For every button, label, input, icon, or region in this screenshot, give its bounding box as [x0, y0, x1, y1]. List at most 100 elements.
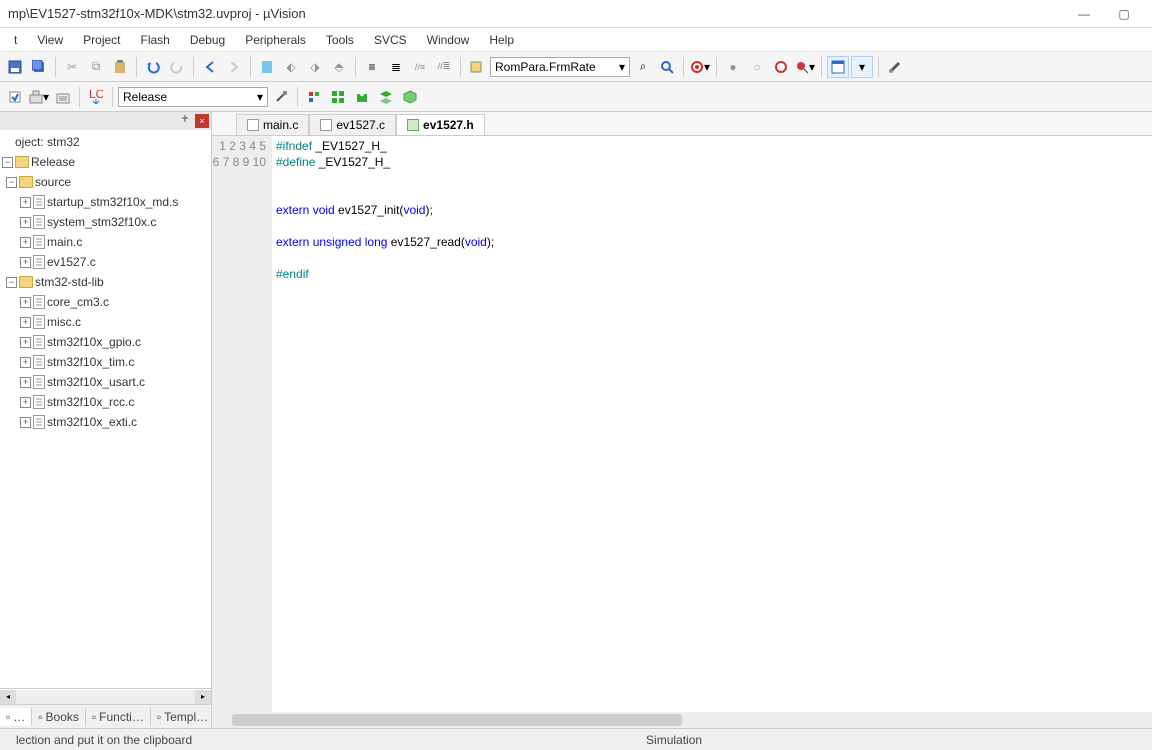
target-combo[interactable]: Release▾	[118, 87, 268, 107]
translate-icon[interactable]	[4, 86, 26, 108]
group-source[interactable]: −source	[0, 172, 211, 192]
undo-icon[interactable]	[142, 56, 164, 78]
project-sidebar: × oject: stm32−Release−source+startup_st…	[0, 112, 212, 728]
file-stm32f10x_tim-c[interactable]: +stm32f10x_tim.c	[0, 352, 211, 372]
file-ev1527-c[interactable]: +ev1527.c	[0, 252, 211, 272]
runtime-env-icon[interactable]	[399, 86, 421, 108]
expander-icon[interactable]: +	[20, 357, 31, 368]
download-icon[interactable]: LOAD	[85, 86, 107, 108]
file-stm32f10x_usart-c[interactable]: +stm32f10x_usart.c	[0, 372, 211, 392]
file-misc-c[interactable]: +misc.c	[0, 312, 211, 332]
expander-icon[interactable]: +	[20, 317, 31, 328]
file-core_cm3-c[interactable]: +core_cm3.c	[0, 292, 211, 312]
expander-icon[interactable]: −	[6, 277, 17, 288]
save-all-icon[interactable]	[28, 56, 50, 78]
expander-icon[interactable]: +	[20, 417, 31, 428]
window-icon[interactable]	[827, 56, 849, 78]
breakpoint-kill-icon[interactable]: ▾	[794, 56, 816, 78]
find-icon[interactable]: ⌕	[632, 56, 654, 78]
menu-t[interactable]: t	[4, 31, 27, 49]
target-node[interactable]: −Release	[0, 152, 211, 172]
breakpoint-disable-icon[interactable]	[770, 56, 792, 78]
sidebar-tab-0[interactable]: ▫…	[0, 708, 32, 726]
group-stm32-std-lib[interactable]: −stm32-std-lib	[0, 272, 211, 292]
editor-hscroll[interactable]	[212, 712, 1152, 728]
indent-left-icon[interactable]: ≡	[361, 56, 383, 78]
sidebar-tab-3[interactable]: ▫Templ…	[151, 708, 215, 726]
copy-icon[interactable]: ⧉	[85, 56, 107, 78]
sidebar-tab-1[interactable]: ▫Books	[32, 708, 86, 726]
code-area[interactable]: 1 2 3 4 5 6 7 8 9 10 #ifndef _EV1527_H_ …	[212, 136, 1152, 712]
expander-icon[interactable]: +	[20, 377, 31, 388]
menu-flash[interactable]: Flash	[131, 31, 180, 49]
menu-project[interactable]: Project	[73, 31, 130, 49]
menu-svcs[interactable]: SVCS	[364, 31, 417, 49]
menu-view[interactable]: View	[27, 31, 73, 49]
expander-icon[interactable]: +	[20, 197, 31, 208]
pin-icon[interactable]	[179, 114, 193, 128]
expander-icon[interactable]: +	[20, 397, 31, 408]
sidebar-hscroll[interactable]: ◂▸	[0, 688, 211, 704]
nav-back-icon[interactable]	[199, 56, 221, 78]
target-options-icon[interactable]	[270, 86, 292, 108]
menu-help[interactable]: Help	[479, 31, 524, 49]
expander-icon[interactable]: +	[20, 337, 31, 348]
file-system_stm32f10x-c[interactable]: +system_stm32f10x.c	[0, 212, 211, 232]
expander-icon[interactable]: −	[6, 177, 17, 188]
menu-debug[interactable]: Debug	[180, 31, 235, 49]
save-icon[interactable]	[4, 56, 26, 78]
tab-main-c[interactable]: main.c	[236, 114, 309, 135]
project-root[interactable]: oject: stm32	[0, 132, 211, 152]
file-stm32f10x_gpio-c[interactable]: +stm32f10x_gpio.c	[0, 332, 211, 352]
expander-icon[interactable]: +	[20, 257, 31, 268]
file-main-c[interactable]: +main.c	[0, 232, 211, 252]
menu-tools[interactable]: Tools	[316, 31, 364, 49]
expander-icon[interactable]: +	[20, 217, 31, 228]
project-tree[interactable]: oject: stm32−Release−source+startup_stm3…	[0, 130, 211, 688]
uncomment-icon[interactable]: //≣	[433, 56, 455, 78]
incremental-find-icon[interactable]	[656, 56, 678, 78]
pack-installer-icon[interactable]	[351, 86, 373, 108]
select-packs-icon[interactable]	[375, 86, 397, 108]
build-icon[interactable]: ▾	[28, 86, 50, 108]
rebuild-icon[interactable]	[52, 86, 74, 108]
code-text[interactable]: #ifndef _EV1527_H_ #define _EV1527_H_ ex…	[272, 136, 1152, 712]
expander-icon[interactable]: +	[20, 297, 31, 308]
menu-window[interactable]: Window	[417, 31, 480, 49]
file-stm32f10x_exti-c[interactable]: +stm32f10x_exti.c	[0, 412, 211, 432]
find-combo[interactable]: RomPara.FrmRate▾	[490, 57, 630, 77]
window-alt-icon[interactable]: ▾	[851, 56, 873, 78]
sidebar-tab-2[interactable]: ▫Functi…	[86, 708, 151, 726]
indent-right-icon[interactable]: ≣	[385, 56, 407, 78]
file-stm32f10x_rcc-c[interactable]: +stm32f10x_rcc.c	[0, 392, 211, 412]
paste-icon[interactable]	[109, 56, 131, 78]
minimize-button[interactable]: —	[1064, 3, 1104, 25]
redo-icon[interactable]	[166, 56, 188, 78]
bookmark-next-icon[interactable]: ⬗	[304, 56, 326, 78]
configure-icon[interactable]	[884, 56, 906, 78]
find-in-files-icon[interactable]	[466, 56, 488, 78]
nav-forward-icon[interactable]	[223, 56, 245, 78]
tab-icon: ▫	[92, 710, 96, 724]
breakpoint-insert-icon[interactable]: ●	[722, 56, 744, 78]
expander-icon[interactable]: +	[20, 237, 31, 248]
tab-icon: ▫	[6, 710, 10, 724]
comment-icon[interactable]: //≡	[409, 56, 431, 78]
file-startup_stm32f10x_md-s[interactable]: +startup_stm32f10x_md.s	[0, 192, 211, 212]
manage-multi-icon[interactable]	[327, 86, 349, 108]
menu-bar: tViewProjectFlashDebugPeripheralsToolsSV…	[0, 28, 1152, 52]
expander-icon[interactable]: −	[2, 157, 13, 168]
tab-ev1527-h[interactable]: ev1527.h	[396, 114, 485, 135]
bookmark-toggle-icon[interactable]	[256, 56, 278, 78]
status-left: lection and put it on the clipboard	[6, 733, 202, 747]
cut-icon[interactable]: ✂	[61, 56, 83, 78]
bookmark-clear-icon[interactable]: ⬘	[328, 56, 350, 78]
menu-peripherals[interactable]: Peripherals	[235, 31, 316, 49]
bookmark-prev-icon[interactable]: ⬖	[280, 56, 302, 78]
debug-icon[interactable]: ▾	[689, 56, 711, 78]
maximize-button[interactable]: ▢	[1104, 3, 1144, 25]
breakpoint-enable-icon[interactable]: ○	[746, 56, 768, 78]
tab-ev1527-c[interactable]: ev1527.c	[309, 114, 396, 135]
close-icon[interactable]: ×	[195, 114, 209, 128]
manage-project-icon[interactable]	[303, 86, 325, 108]
